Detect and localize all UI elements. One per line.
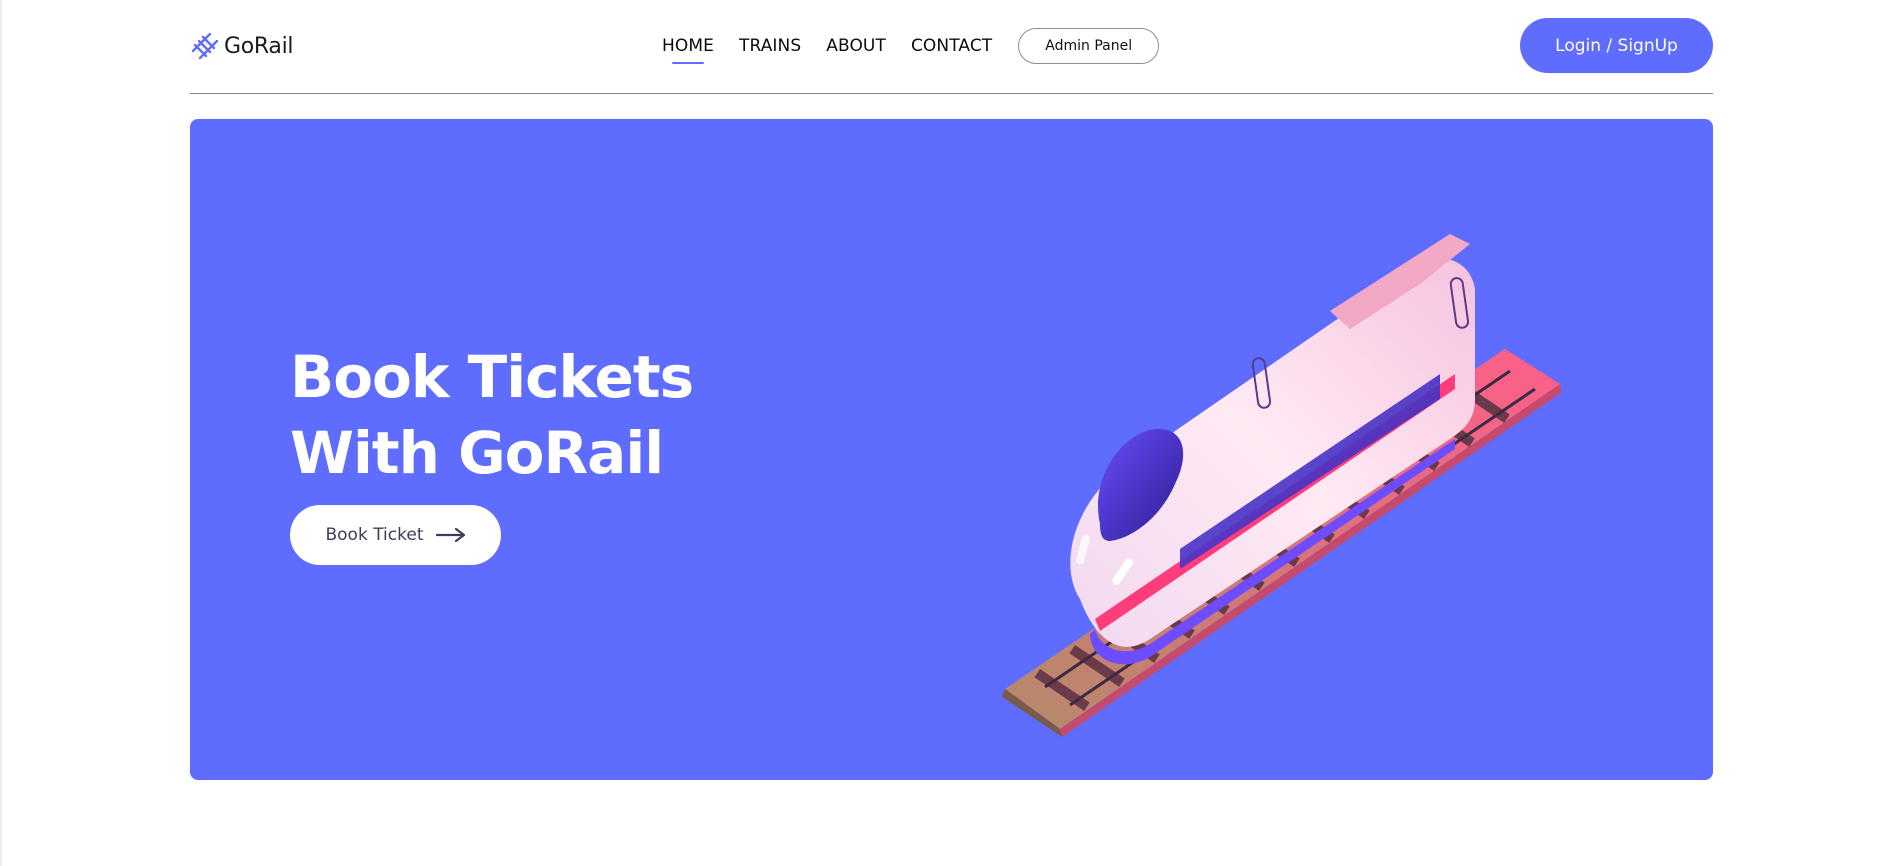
brand-logo-link[interactable]: GoRail bbox=[190, 30, 294, 62]
nav-contact[interactable]: CONTACT bbox=[911, 28, 992, 64]
main-menu: HOME TRAINS ABOUT CONTACT Admin Panel bbox=[662, 28, 1160, 64]
book-ticket-button[interactable]: Book Ticket bbox=[290, 505, 501, 565]
nav-home[interactable]: HOME bbox=[662, 28, 714, 64]
admin-panel-button[interactable]: Admin Panel bbox=[1018, 28, 1160, 64]
hero-title: Book Tickets With GoRail bbox=[290, 339, 694, 491]
hero-banner: Book Tickets With GoRail Book Ticket bbox=[190, 119, 1713, 780]
bullet-train bbox=[1070, 234, 1475, 665]
hero-title-line-1: Book Tickets bbox=[290, 343, 694, 411]
page-edge bbox=[0, 0, 2, 866]
top-navbar: GoRail HOME TRAINS ABOUT CONTACT Admin P… bbox=[190, 0, 1713, 94]
bullet-train-illustration bbox=[1002, 234, 1562, 737]
nav-trains[interactable]: TRAINS bbox=[739, 28, 801, 64]
book-ticket-label: Book Ticket bbox=[325, 525, 424, 545]
railroad-track-icon bbox=[191, 32, 219, 60]
hero-title-line-2: With GoRail bbox=[290, 419, 664, 487]
nav-about[interactable]: ABOUT bbox=[826, 28, 886, 64]
login-signup-button[interactable]: Login / SignUp bbox=[1520, 18, 1713, 73]
arrow-right-icon bbox=[435, 528, 465, 542]
brand-name: GoRail bbox=[224, 33, 294, 59]
